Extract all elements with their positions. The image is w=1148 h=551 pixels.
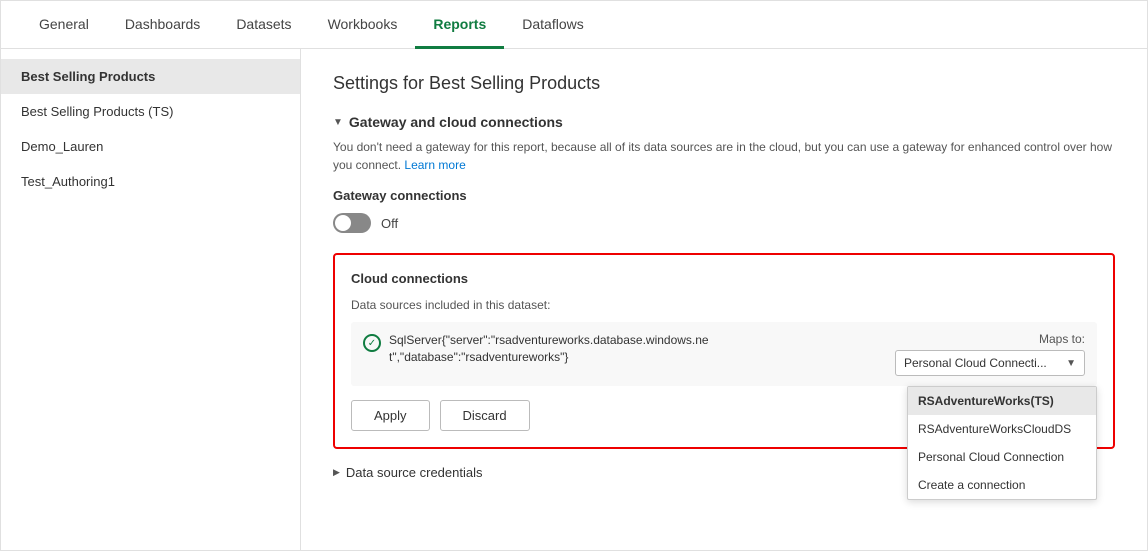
nav-item-workbooks[interactable]: Workbooks <box>310 2 416 49</box>
cloud-connections-title: Cloud connections <box>351 271 1097 286</box>
nav-item-dashboards[interactable]: Dashboards <box>107 2 219 49</box>
gateway-section: ▼ Gateway and cloud connections You don'… <box>333 114 1115 233</box>
toggle-label: Off <box>381 216 398 231</box>
sidebar-item-test-authoring1[interactable]: Test_Authoring1 <box>1 164 300 199</box>
sidebar: Best Selling Products Best Selling Produ… <box>1 49 301 550</box>
dropdown-item-personal-cloud-connection[interactable]: Personal Cloud Connection <box>908 443 1096 471</box>
nav-item-datasets[interactable]: Datasets <box>218 2 309 49</box>
dropdown-menu: RSAdventureWorks(TS) RSAdventureWorksClo… <box>907 386 1097 500</box>
datasources-label: Data sources included in this dataset: <box>351 298 1097 312</box>
gateway-description: You don't need a gateway for this report… <box>333 138 1115 174</box>
gateway-section-header[interactable]: ▼ Gateway and cloud connections <box>333 114 1115 130</box>
app-container: General Dashboards Datasets Workbooks Re… <box>0 0 1148 551</box>
datasource-check-icon <box>363 334 381 352</box>
nav-item-general[interactable]: General <box>21 2 107 49</box>
cloud-connections-box: Cloud connections Data sources included … <box>333 253 1115 449</box>
credentials-label: Data source credentials <box>346 465 483 480</box>
maps-to-section: Maps to: Personal Cloud Connecti... ▼ RS… <box>885 332 1085 376</box>
dropdown-item-create-connection[interactable]: Create a connection <box>908 471 1096 499</box>
nav-item-reports[interactable]: Reports <box>415 2 504 49</box>
learn-more-link[interactable]: Learn more <box>404 158 465 172</box>
page-title: Settings for Best Selling Products <box>333 73 1115 94</box>
content-area: Settings for Best Selling Products ▼ Gat… <box>301 49 1147 550</box>
sidebar-item-demo-lauren[interactable]: Demo_Lauren <box>1 129 300 164</box>
main-content: Best Selling Products Best Selling Produ… <box>1 49 1147 550</box>
triangle-icon: ▼ <box>333 117 343 128</box>
top-nav: General Dashboards Datasets Workbooks Re… <box>1 1 1147 49</box>
gateway-toggle[interactable] <box>333 213 371 233</box>
nav-item-dataflows[interactable]: Dataflows <box>504 2 601 49</box>
dropdown-item-rsadventureworks-ts[interactable]: RSAdventureWorks(TS) <box>908 387 1096 415</box>
gateway-connections-title: Gateway connections <box>333 188 1115 203</box>
datasource-row: SqlServer{"server":"rsadventureworks.dat… <box>351 322 1097 386</box>
toggle-row: Off <box>333 213 1115 233</box>
maps-to-dropdown[interactable]: Personal Cloud Connecti... ▼ <box>895 350 1085 376</box>
discard-button[interactable]: Discard <box>440 400 530 431</box>
sidebar-item-best-selling-products-ts[interactable]: Best Selling Products (TS) <box>1 94 300 129</box>
dropdown-item-rsadventureworks-cloud-ds[interactable]: RSAdventureWorksCloudDS <box>908 415 1096 443</box>
triangle-right-icon: ▶ <box>333 467 340 478</box>
maps-to-label: Maps to: <box>1039 332 1085 346</box>
datasource-name: SqlServer{"server":"rsadventureworks.dat… <box>389 332 877 366</box>
gateway-section-title: Gateway and cloud connections <box>349 114 563 130</box>
sidebar-item-best-selling-products[interactable]: Best Selling Products <box>1 59 300 94</box>
dropdown-selected-value: Personal Cloud Connecti... <box>904 356 1047 370</box>
apply-button[interactable]: Apply <box>351 400 430 431</box>
chevron-down-icon: ▼ <box>1066 358 1076 369</box>
